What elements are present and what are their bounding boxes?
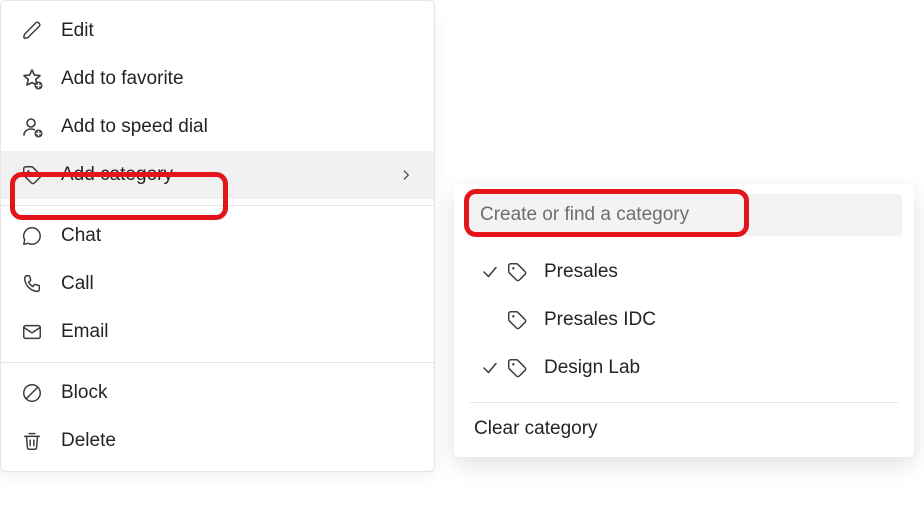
person-add-icon [19,114,45,140]
menu-item-block[interactable]: Block [1,369,434,417]
clear-category-button[interactable]: Clear category [454,403,914,455]
menu-divider [1,205,434,206]
clear-category-label: Clear category [474,418,598,440]
category-item-design-lab[interactable]: Design Lab [458,344,910,392]
menu-item-label: Call [61,273,416,295]
checkmark-icon [476,356,504,380]
mail-icon [19,319,45,345]
call-icon [19,271,45,297]
checkmark-placeholder [476,308,504,332]
delete-icon [19,428,45,454]
menu-item-label: Add category [61,164,396,186]
checkmark-icon [476,260,504,284]
category-search-input[interactable] [466,194,902,236]
category-label: Design Lab [544,357,640,379]
menu-item-label: Add to speed dial [61,116,416,138]
menu-item-label: Add to favorite [61,68,416,90]
context-menu: Edit Add to favorite Add to speed dial A… [0,0,435,472]
menu-item-add-favorite[interactable]: Add to favorite [1,55,434,103]
menu-item-edit[interactable]: Edit [1,7,434,55]
menu-divider [1,362,434,363]
menu-item-label: Edit [61,20,416,42]
menu-item-call[interactable]: Call [1,260,434,308]
tag-icon [504,259,530,285]
menu-item-add-category[interactable]: Add category [1,151,434,199]
menu-item-delete[interactable]: Delete [1,417,434,465]
category-label: Presales [544,261,618,283]
menu-item-email[interactable]: Email [1,308,434,356]
tag-icon [19,162,45,188]
tag-icon [504,355,530,381]
chat-icon [19,223,45,249]
menu-item-label: Chat [61,225,416,247]
menu-item-label: Delete [61,430,416,452]
category-flyout: Presales Presales IDC Design Lab Clear c… [454,184,914,457]
category-search-wrap [454,190,914,242]
chevron-right-icon [396,165,416,185]
category-item-presales[interactable]: Presales [458,248,910,296]
star-add-icon [19,66,45,92]
menu-item-label: Email [61,321,416,343]
menu-item-label: Block [61,382,416,404]
category-item-presales-idc[interactable]: Presales IDC [458,296,910,344]
tag-icon [504,307,530,333]
menu-item-chat[interactable]: Chat [1,212,434,260]
block-icon [19,380,45,406]
category-list: Presales Presales IDC Design Lab [454,242,914,398]
category-label: Presales IDC [544,309,656,331]
edit-icon [19,18,45,44]
menu-item-add-speed-dial[interactable]: Add to speed dial [1,103,434,151]
